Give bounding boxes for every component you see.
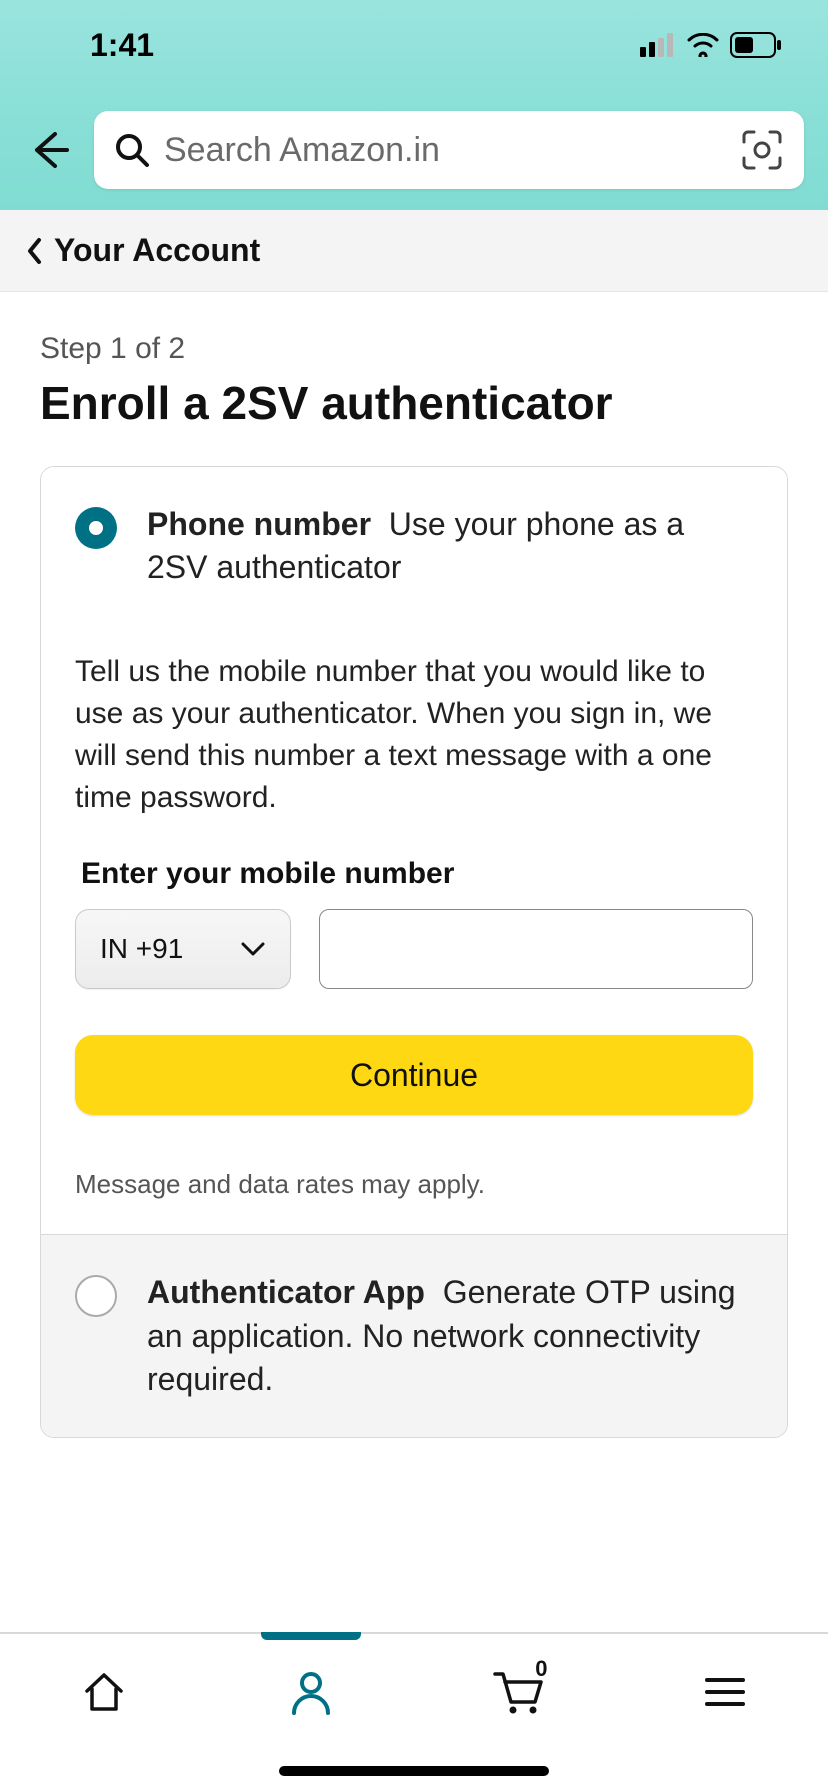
mobile-number-input[interactable] — [319, 909, 753, 989]
country-code-value: IN +91 — [100, 933, 183, 965]
status-bar: 1:41 — [0, 0, 828, 90]
option-app-title-bold: Authenticator App — [147, 1274, 425, 1310]
mobile-input-row: IN +91 — [75, 909, 753, 989]
cart-count: 0 — [535, 1656, 547, 1682]
nav-account[interactable] — [271, 1662, 351, 1722]
option-authenticator-app[interactable]: Authenticator App Generate OTP using an … — [41, 1234, 787, 1437]
cellular-icon — [640, 33, 676, 57]
status-icons-group — [640, 32, 782, 58]
nav-menu[interactable] — [685, 1662, 765, 1722]
step-label: Step 1 of 2 — [40, 332, 788, 366]
option-phone-body: Phone number Use your phone as a 2SV aut… — [147, 503, 753, 589]
authenticator-options-card: Phone number Use your phone as a 2SV aut… — [40, 466, 788, 1438]
option-phone-number[interactable]: Phone number Use your phone as a 2SV aut… — [41, 467, 787, 625]
battery-icon — [730, 32, 782, 58]
nav-home[interactable] — [64, 1662, 144, 1722]
breadcrumb-label: Your Account — [54, 232, 260, 269]
continue-button[interactable]: Continue — [75, 1035, 753, 1115]
chevron-down-icon — [240, 941, 266, 957]
phone-description: Tell us the mobile number that you would… — [75, 651, 753, 819]
search-placeholder: Search Amazon.in — [164, 131, 726, 170]
arrow-left-icon — [27, 128, 71, 172]
status-time: 1:41 — [90, 27, 154, 64]
option-app-title: Authenticator App Generate OTP using an … — [147, 1271, 753, 1401]
nav-cart[interactable]: 0 — [478, 1662, 558, 1722]
back-button[interactable] — [24, 125, 74, 175]
radio-authenticator-app[interactable] — [75, 1275, 117, 1317]
user-icon — [288, 1669, 334, 1715]
option-phone-title: Phone number Use your phone as a 2SV aut… — [147, 503, 753, 589]
search-box[interactable]: Search Amazon.in — [94, 111, 804, 189]
breadcrumb[interactable]: Your Account — [0, 210, 828, 292]
header-bar: Search Amazon.in — [0, 90, 828, 210]
wifi-icon — [686, 33, 720, 57]
page-title: Enroll a 2SV authenticator — [40, 376, 788, 430]
search-icon — [114, 132, 150, 168]
rates-note: Message and data rates may apply. — [75, 1169, 753, 1200]
country-code-select[interactable]: IN +91 — [75, 909, 291, 989]
phone-section: Tell us the mobile number that you would… — [41, 651, 787, 1234]
mobile-number-label: Enter your mobile number — [81, 857, 753, 891]
option-app-body: Authenticator App Generate OTP using an … — [147, 1271, 753, 1401]
home-indicator[interactable] — [279, 1766, 549, 1776]
menu-icon — [703, 1675, 747, 1709]
radio-phone-number[interactable] — [75, 507, 117, 549]
option-phone-title-bold: Phone number — [147, 506, 371, 542]
lens-icon[interactable] — [740, 128, 784, 172]
chevron-left-icon — [26, 237, 44, 265]
home-icon — [81, 1669, 127, 1715]
main-content: Step 1 of 2 Enroll a 2SV authenticator P… — [0, 292, 828, 1438]
